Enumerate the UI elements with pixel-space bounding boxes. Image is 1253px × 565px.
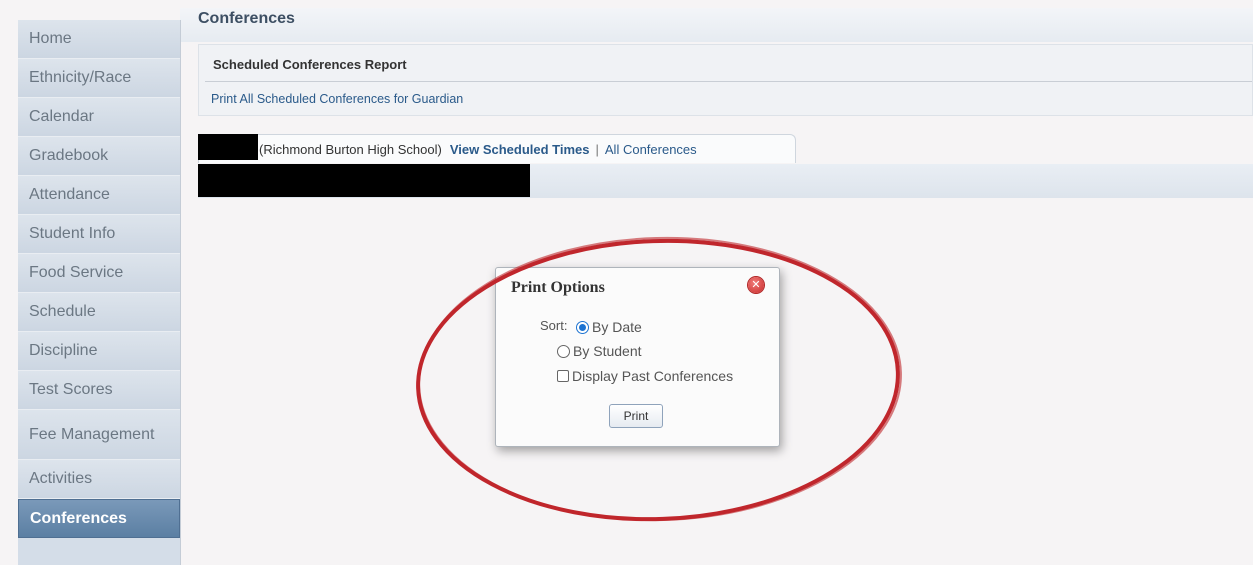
title-strip: [180, 8, 1253, 42]
display-past-checkbox[interactable]: [557, 370, 569, 382]
by-student-label: By Student: [573, 343, 642, 359]
print-button[interactable]: Print: [609, 404, 663, 428]
sidebar-item-home[interactable]: Home: [18, 20, 180, 59]
by-date-label: By Date: [592, 319, 642, 335]
sort-by-date-option[interactable]: By Date: [576, 319, 642, 335]
display-past-conferences-option[interactable]: Display Past Conferences: [557, 368, 733, 384]
report-divider: [205, 81, 1252, 82]
dialog-title: Print Options: [511, 279, 605, 296]
tab-separator: |: [595, 141, 599, 157]
redaction-bar-details: [198, 164, 530, 197]
sidebar-item-calendar[interactable]: Calendar: [18, 98, 180, 137]
view-scheduled-times-link[interactable]: View Scheduled Times: [450, 142, 590, 157]
by-student-radio[interactable]: [557, 344, 570, 358]
sidebar-item-gradebook[interactable]: Gradebook: [18, 137, 180, 176]
sidebar-item-schedule[interactable]: Schedule: [18, 293, 180, 332]
sidebar-item-food-service[interactable]: Food Service: [18, 254, 180, 293]
sidebar-item-discipline[interactable]: Discipline: [18, 332, 180, 371]
sidebar-item-student-info[interactable]: Student Info: [18, 215, 180, 254]
display-past-label: Display Past Conferences: [572, 368, 734, 384]
print-options-dialog: Print Options ✕ Sort: By Date By Student…: [495, 267, 780, 447]
print-all-conferences-link[interactable]: Print All Scheduled Conferences for Guar…: [211, 92, 463, 106]
school-name: (Richmond Burton High School): [259, 141, 442, 157]
sort-label: Sort:: [540, 318, 568, 333]
student-tab[interactable]: (Richmond Burton High School) View Sched…: [198, 134, 796, 163]
report-header: Scheduled Conferences Report: [213, 57, 407, 72]
by-date-radio[interactable]: [576, 320, 589, 334]
all-conferences-link[interactable]: All Conferences: [605, 142, 697, 157]
sidebar-item-attendance[interactable]: Attendance: [18, 176, 180, 215]
sidebar-item-fee-management[interactable]: Fee Management: [18, 410, 180, 460]
sidebar-item-activities[interactable]: Activities: [18, 460, 180, 499]
sidebar-nav: Home Ethnicity/Race Calendar Gradebook A…: [18, 20, 181, 565]
sort-by-student-option[interactable]: By Student: [557, 343, 642, 359]
redaction-bar-name: [198, 134, 258, 160]
sidebar-item-conferences[interactable]: Conferences: [18, 499, 180, 538]
report-panel: Scheduled Conferences Report Print All S…: [198, 44, 1253, 116]
page-title: Conferences: [198, 10, 295, 27]
sidebar-item-ethnicity-race[interactable]: Ethnicity/Race: [18, 59, 180, 98]
sidebar-item-test-scores[interactable]: Test Scores: [18, 371, 180, 410]
student-tab-row: (Richmond Burton High School) View Sched…: [198, 134, 1253, 165]
close-icon[interactable]: ✕: [748, 277, 764, 293]
